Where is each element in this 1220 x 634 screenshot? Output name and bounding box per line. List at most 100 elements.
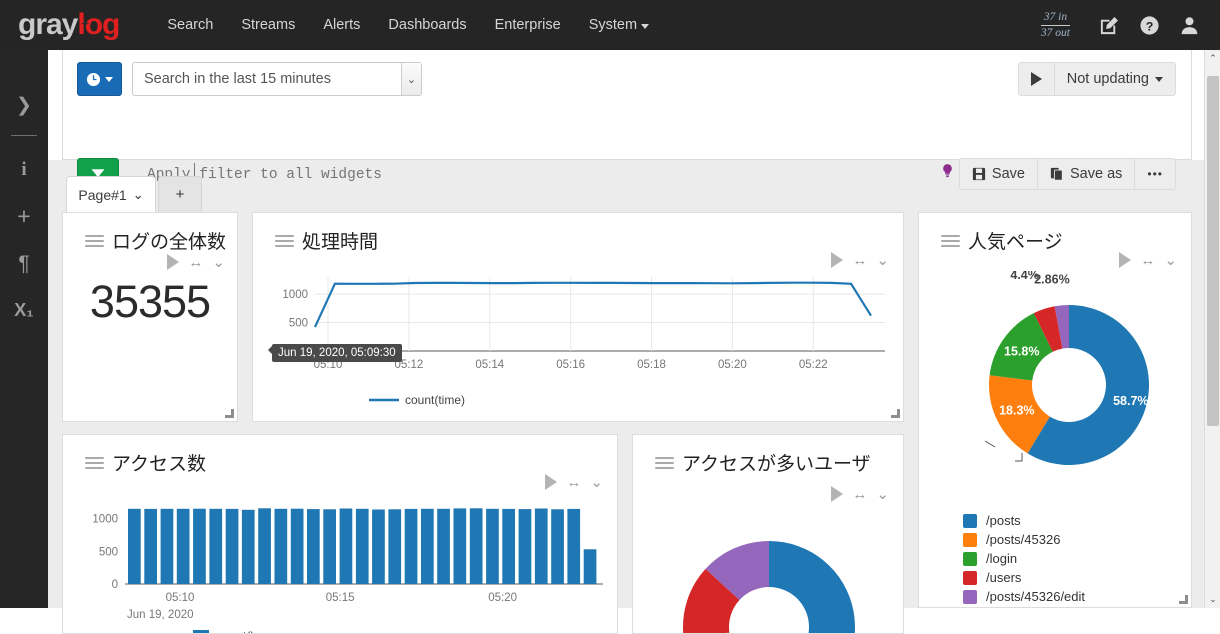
legend-swatch [963, 570, 977, 585]
pilcrow-icon: ¶ [18, 251, 30, 275]
widget-actions: ↔ ⌄ [831, 485, 889, 503]
throughput-indicator[interactable]: 37 in 37 out [1040, 11, 1070, 40]
donut-chart-canvas[interactable]: 58.7%18.3%15.8%4.4%2.86% [919, 271, 1192, 501]
sidebar-item-info[interactable]: i [2, 146, 46, 193]
svg-text:05:16: 05:16 [556, 359, 585, 371]
play-refresh-button[interactable] [1017, 62, 1055, 96]
help-circle-icon[interactable]: ? [1132, 8, 1166, 42]
svg-text:05:14: 05:14 [475, 359, 504, 371]
widget-title: 人気ページ [968, 232, 1063, 253]
nav-item-streams[interactable]: Streams [227, 11, 309, 39]
nav-item-system[interactable]: System [575, 11, 663, 39]
user-icon[interactable] [1172, 8, 1206, 42]
chevron-right-icon: ❯ [16, 95, 32, 116]
chevron-down-icon[interactable]: ⌄ [876, 485, 889, 503]
bar-chart-canvas[interactable]: 0 500 1000 05:10 05:15 05:20 Jun 19, 2020 count… [63, 489, 618, 634]
widget-title-row: 人気ページ [919, 213, 1191, 254]
svg-text:0: 0 [112, 579, 118, 591]
legend-item[interactable]: /posts/45326/edit [963, 587, 1085, 606]
refresh-interval-label: Not updating [1066, 71, 1149, 87]
chevron-down-icon[interactable]: ⌄ [133, 187, 144, 203]
svg-text:Jun 19, 2020: Jun 19, 2020 [127, 609, 194, 621]
subscript-icon: X₁ [14, 300, 34, 320]
svg-text:1000: 1000 [282, 289, 308, 301]
svg-text:15.8%: 15.8% [1004, 344, 1039, 358]
resize-arrows-icon[interactable]: ↔ [566, 474, 581, 491]
resize-arrows-icon[interactable]: ↔ [188, 254, 203, 271]
sidebar-item-fields[interactable]: X₁ [2, 287, 46, 334]
play-icon[interactable] [545, 474, 558, 490]
widget-resize-handle[interactable] [225, 409, 234, 418]
widget-total-log-count[interactable]: ログの全体数 ↔ ⌄ 35355 [62, 212, 238, 422]
scroll-down-arrow[interactable]: ⌄ [1205, 591, 1220, 608]
legend-item[interactable]: /users [963, 568, 1085, 587]
vertical-scrollbar[interactable]: ⌃ ⌄ [1204, 50, 1220, 608]
tab-add-page[interactable]: + [158, 176, 202, 212]
chevron-down-icon[interactable]: ⌄ [212, 253, 225, 271]
legend-item[interactable]: /posts [963, 511, 1085, 530]
svg-text:05:10: 05:10 [166, 592, 195, 604]
sidebar-item-expand[interactable]: ❯ [2, 82, 46, 129]
drag-handle-icon[interactable] [85, 454, 104, 472]
svg-text:05:22: 05:22 [799, 359, 828, 371]
svg-text:2.86%: 2.86% [1034, 273, 1069, 287]
scrollbar-thumb[interactable] [1207, 76, 1219, 426]
refresh-interval-dropdown[interactable]: Not updating [1054, 62, 1176, 96]
line-chart-canvas[interactable]: 0500100005:1005:1205:1405:1605:1805:2005… [253, 261, 904, 411]
time-range-select[interactable]: Search in the last 15 minutes ⌄ [132, 62, 422, 96]
widget-top-users[interactable]: アクセスが多いユーザ ↔ ⌄ 17.8% [632, 434, 904, 634]
nav-item-enterprise[interactable]: Enterprise [481, 11, 575, 39]
chevron-down-icon[interactable]: ⌄ [401, 63, 421, 95]
graylog-logo[interactable]: graylog ✦ [18, 10, 120, 40]
widget-popular-pages[interactable]: 人気ページ ↔ ⌄ 58.7% 18.3% 15.8% 4.4% 2.86% /post… [918, 212, 1192, 608]
drag-handle-icon[interactable] [275, 232, 294, 250]
tab-page-1-label: Page#1 [78, 186, 127, 203]
time-range-type-button[interactable] [77, 62, 122, 96]
svg-text:58.7%: 58.7% [1113, 394, 1148, 408]
line-chart-x-tooltip: Jun 19, 2020, 05:09:30 [268, 344, 402, 362]
nav-item-search[interactable]: Search [153, 11, 227, 39]
widget-title: アクセスが多いユーザ [682, 454, 871, 475]
chevron-down-icon[interactable]: ⌄ [1164, 251, 1177, 269]
time-range-row: Search in the last 15 minutes ⌄ [77, 62, 422, 96]
edit-icon[interactable] [1092, 8, 1126, 42]
tab-page-1[interactable]: Page#1 ⌄ [66, 176, 156, 212]
play-icon[interactable] [1119, 252, 1132, 268]
legend-item[interactable]: /posts/45326 [963, 530, 1085, 549]
donut-chart-canvas[interactable]: 17.8% [633, 515, 904, 634]
widget-resize-handle[interactable] [1179, 595, 1188, 604]
drag-handle-icon[interactable] [941, 232, 960, 250]
page-tabs: Page#1 ⌄ + [62, 176, 1192, 212]
play-icon[interactable] [831, 486, 844, 502]
chevron-down-icon [105, 76, 113, 82]
resize-arrows-icon[interactable]: ↔ [852, 486, 867, 503]
throughput-in: 37 in [1040, 11, 1070, 26]
widget-title-row: アクセスが多いユーザ [633, 435, 903, 476]
info-icon: i [21, 158, 27, 180]
sidebar-divider [11, 135, 37, 136]
widget-access-count[interactable]: アクセス数 ↔ ⌄ 0 500 1000 05:10 05:15 05:20 Jun 19,… [62, 434, 618, 634]
widget-resize-handle[interactable] [891, 409, 900, 418]
legend-item[interactable]: /login [963, 549, 1085, 568]
clock-icon [86, 72, 101, 86]
navbar-right-group: 37 in 37 out ? [1040, 8, 1220, 42]
legend-swatch [963, 532, 977, 547]
sidebar-item-add-widget[interactable]: + [2, 193, 46, 240]
nav-item-dashboards[interactable]: Dashboards [374, 11, 480, 39]
legend-label: /login [986, 551, 1018, 566]
scroll-up-arrow[interactable]: ⌃ [1205, 50, 1220, 67]
sidebar-item-messages[interactable]: ¶ [2, 240, 46, 287]
play-icon[interactable] [167, 254, 180, 270]
widget-processing-time[interactable]: 処理時間 ↔ ⌄ 0500100005:1005:1205:1405:1605:… [252, 212, 904, 422]
legend-swatch [963, 589, 977, 604]
drag-handle-icon[interactable] [655, 454, 674, 472]
svg-text:?: ? [1145, 19, 1153, 33]
plus-icon: + [17, 203, 31, 229]
nav-item-alerts[interactable]: Alerts [309, 11, 374, 39]
widget-title-row: アクセス数 [63, 435, 617, 476]
widget-title-row: 処理時間 [253, 213, 903, 254]
svg-text:1000: 1000 [92, 514, 118, 526]
play-icon [1030, 72, 1042, 86]
resize-arrows-icon[interactable]: ↔ [1140, 252, 1155, 269]
drag-handle-icon[interactable] [85, 232, 104, 250]
